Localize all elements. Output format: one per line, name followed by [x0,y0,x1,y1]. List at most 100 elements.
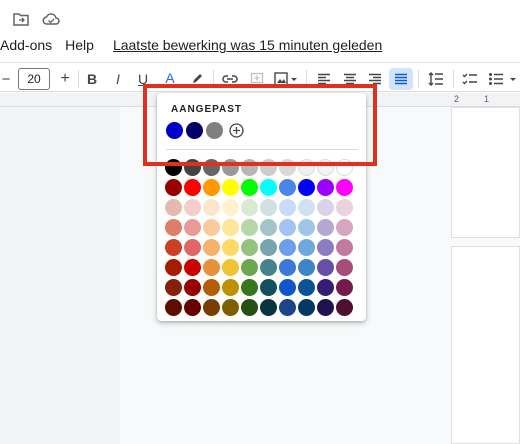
color-swatch[interactable] [222,199,239,216]
italic-button[interactable]: I [108,68,128,90]
color-swatch[interactable] [317,279,334,296]
color-swatch[interactable] [203,239,220,256]
color-swatch[interactable] [165,199,182,216]
color-swatch[interactable] [260,159,277,176]
color-swatch[interactable] [184,299,201,316]
align-justify-icon[interactable] [389,68,413,90]
color-swatch[interactable] [279,259,296,276]
color-swatch[interactable] [203,219,220,236]
color-swatch[interactable] [165,239,182,256]
color-swatch[interactable] [203,259,220,276]
document-page[interactable] [451,246,520,444]
color-swatch[interactable] [184,239,201,256]
color-swatch[interactable] [203,159,220,176]
color-swatch[interactable] [317,239,334,256]
checklist-icon[interactable] [459,68,481,90]
color-swatch[interactable] [336,259,353,276]
color-swatch[interactable] [260,179,277,196]
color-swatch[interactable] [184,279,201,296]
color-swatch[interactable] [165,219,182,236]
document-page[interactable] [451,107,520,238]
color-swatch[interactable] [298,179,315,196]
color-swatch[interactable] [165,279,182,296]
color-swatch[interactable] [260,299,277,316]
color-swatch[interactable] [184,179,201,196]
color-swatch[interactable] [203,299,220,316]
color-swatch[interactable] [222,299,239,316]
bold-button[interactable]: B [82,68,102,90]
align-right-icon[interactable] [364,68,386,90]
insert-link-icon[interactable] [219,68,241,90]
color-swatch[interactable] [203,279,220,296]
color-swatch[interactable] [336,279,353,296]
color-swatch[interactable] [165,299,182,316]
menu-help[interactable]: Help [65,37,94,53]
color-swatch[interactable] [279,239,296,256]
color-swatch[interactable] [279,159,296,176]
text-color-button[interactable]: A [159,68,181,90]
color-swatch[interactable] [336,159,353,176]
color-swatch[interactable] [165,179,182,196]
decrease-font-size-button[interactable]: − [0,68,12,90]
color-swatch[interactable] [184,199,201,216]
color-swatch[interactable] [241,239,258,256]
custom-color-swatch[interactable] [186,122,203,139]
color-swatch[interactable] [222,279,239,296]
line-spacing-icon[interactable] [424,68,448,90]
insert-image-icon[interactable] [271,68,301,90]
font-size-input[interactable]: 20 [18,68,50,90]
color-swatch[interactable] [279,219,296,236]
color-swatch[interactable] [184,259,201,276]
color-swatch[interactable] [298,239,315,256]
highlight-pen-icon[interactable] [186,68,208,90]
color-swatch[interactable] [298,199,315,216]
color-swatch[interactable] [260,279,277,296]
color-swatch[interactable] [317,179,334,196]
color-swatch[interactable] [336,239,353,256]
color-swatch[interactable] [317,199,334,216]
menu-addons[interactable]: Add-ons [0,37,52,53]
color-swatch[interactable] [260,199,277,216]
color-swatch[interactable] [203,179,220,196]
color-swatch[interactable] [260,259,277,276]
color-swatch[interactable] [241,179,258,196]
color-swatch[interactable] [184,159,201,176]
color-swatch[interactable] [241,279,258,296]
color-swatch[interactable] [298,279,315,296]
color-swatch[interactable] [222,239,239,256]
color-swatch[interactable] [203,199,220,216]
color-swatch[interactable] [165,159,182,176]
color-swatch[interactable] [222,179,239,196]
color-swatch[interactable] [260,239,277,256]
color-swatch[interactable] [222,259,239,276]
color-swatch[interactable] [241,299,258,316]
color-swatch[interactable] [260,219,277,236]
underline-button[interactable]: U [133,68,153,90]
color-swatch[interactable] [336,179,353,196]
color-swatch[interactable] [165,259,182,276]
color-swatch[interactable] [184,219,201,236]
bulleted-list-icon[interactable] [485,68,520,90]
insert-comment-icon[interactable] [246,68,268,90]
color-swatch[interactable] [279,299,296,316]
color-swatch[interactable] [222,219,239,236]
color-swatch[interactable] [222,159,239,176]
color-swatch[interactable] [241,259,258,276]
align-left-icon[interactable] [313,68,335,90]
color-swatch[interactable] [317,219,334,236]
color-swatch[interactable] [298,259,315,276]
color-swatch[interactable] [241,159,258,176]
increase-font-size-button[interactable]: + [54,68,76,90]
color-swatch[interactable] [241,219,258,236]
last-edit-link[interactable]: Laatste bewerking was 15 minuten geleden [113,37,382,53]
color-swatch[interactable] [298,219,315,236]
color-swatch[interactable] [298,299,315,316]
cloud-saved-icon[interactable] [42,10,60,28]
color-swatch[interactable] [336,199,353,216]
custom-color-swatch[interactable] [206,122,223,139]
color-swatch[interactable] [279,279,296,296]
color-swatch[interactable] [336,219,353,236]
color-swatch[interactable] [279,199,296,216]
align-center-icon[interactable] [339,68,361,90]
color-swatch[interactable] [317,299,334,316]
